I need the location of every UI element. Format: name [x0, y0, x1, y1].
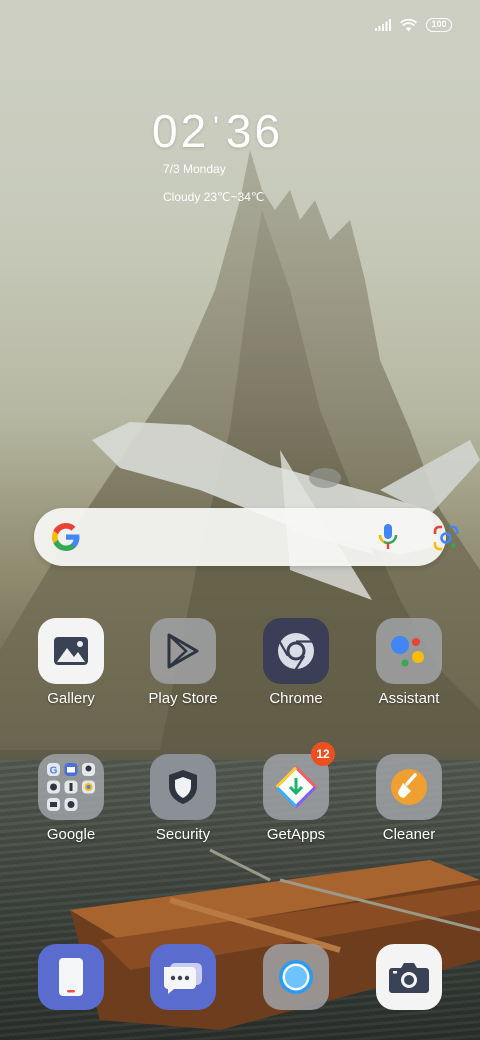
assistant-icon — [376, 618, 442, 684]
browser-icon — [263, 944, 329, 1010]
app-label: Assistant — [378, 690, 440, 707]
svg-text:G: G — [50, 766, 58, 777]
dock-camera[interactable] — [354, 944, 464, 1010]
chrome-icon — [263, 618, 329, 684]
date-text[interactable]: 7/3 Monday — [163, 162, 226, 176]
google-lens-icon[interactable] — [432, 524, 460, 552]
app-label: Cleaner — [382, 826, 436, 843]
app-getapps[interactable]: 12 GetApps — [241, 742, 351, 843]
clock-minute: 36 — [225, 105, 284, 157]
app-label: Play Store — [148, 690, 218, 707]
camera-icon — [376, 944, 442, 1010]
google-search-bar[interactable] — [34, 508, 459, 566]
clock-separator: ' — [213, 111, 222, 144]
wifi-icon — [400, 18, 417, 31]
notification-badge: 12 — [311, 742, 335, 766]
dock-phone[interactable] — [16, 944, 126, 1010]
microphone-icon[interactable] — [374, 522, 402, 552]
messages-icon — [150, 944, 216, 1010]
gallery-icon — [38, 618, 104, 684]
getapps-icon: 12 — [263, 742, 335, 820]
wallpaper-boat — [70, 848, 480, 1030]
app-label: Chrome — [269, 690, 323, 707]
signal-icon — [375, 19, 391, 31]
app-label: GetApps — [266, 826, 326, 843]
dock-browser[interactable] — [241, 944, 351, 1010]
wallpaper-fog — [0, 0, 480, 520]
clock-widget[interactable]: 02'36 — [152, 104, 283, 158]
battery-icon: 100 — [426, 18, 452, 32]
phone-icon — [38, 944, 104, 1010]
app-security[interactable]: Security — [128, 754, 238, 843]
play-store-icon — [150, 618, 216, 684]
clock-hour: 02 — [152, 105, 210, 157]
app-cleaner[interactable]: Cleaner — [354, 754, 464, 843]
weather-text[interactable]: Cloudy 23℃~34℃ — [163, 190, 264, 204]
app-play-store[interactable]: Play Store — [128, 618, 238, 707]
status-bar: 100 — [375, 18, 452, 32]
app-assistant[interactable]: Assistant — [354, 618, 464, 707]
google-logo-icon — [52, 523, 80, 551]
folder-google[interactable]: G Google — [16, 754, 126, 843]
app-label: Security — [155, 826, 211, 843]
app-chrome[interactable]: Chrome — [241, 618, 351, 707]
app-gallery[interactable]: Gallery — [16, 618, 126, 707]
dock-messages[interactable] — [128, 944, 238, 1010]
shield-icon — [150, 754, 216, 820]
broom-icon — [376, 754, 442, 820]
folder-icon: G — [38, 754, 104, 820]
app-label: Google — [46, 826, 96, 843]
app-label: Gallery — [47, 690, 95, 707]
